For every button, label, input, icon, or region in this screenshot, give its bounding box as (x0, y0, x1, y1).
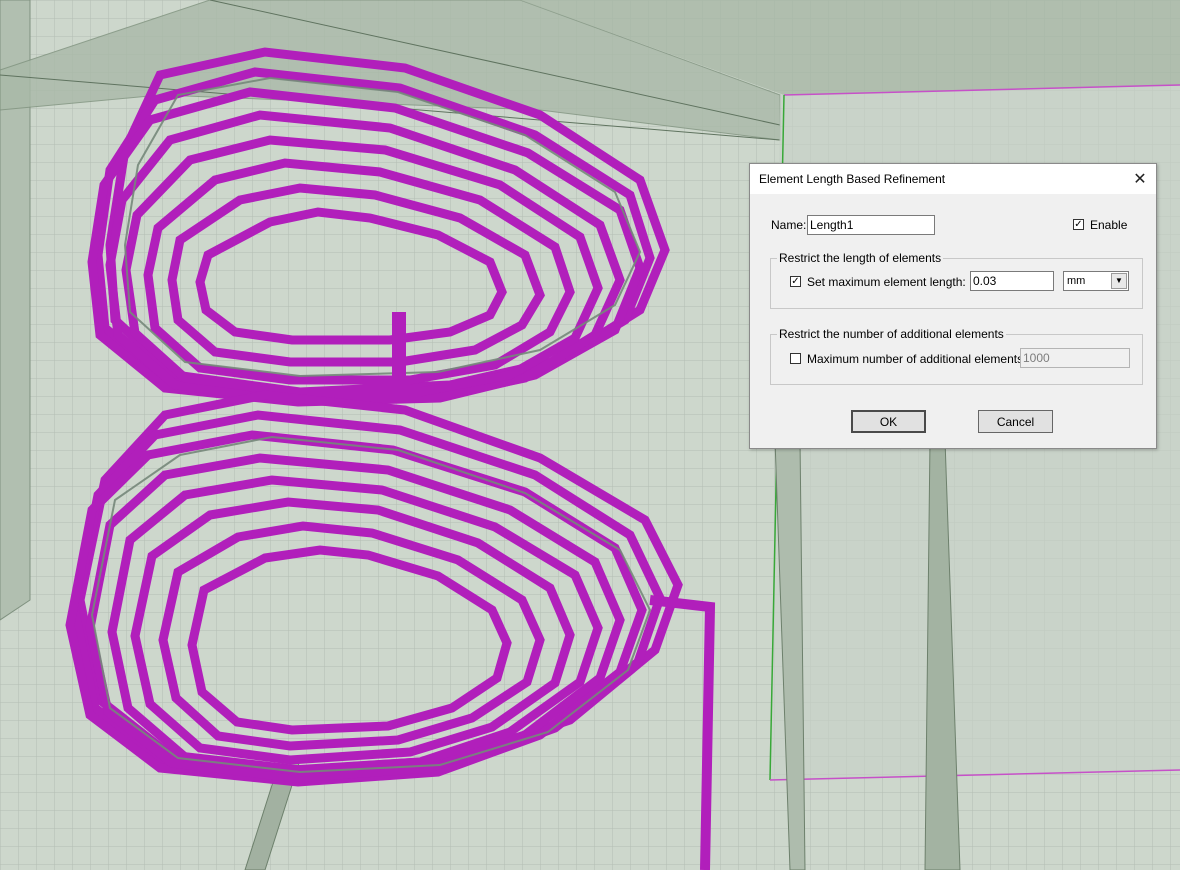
max-count-checkbox[interactable] (790, 353, 801, 364)
length-group-legend: Restrict the length of elements (777, 251, 944, 265)
name-label: Name: (771, 218, 807, 232)
close-icon: ✕ (1133, 171, 1147, 188)
dialog-title: Element Length Based Refinement (759, 172, 946, 186)
dialog-titlebar[interactable]: Element Length Based Refinement ✕ (750, 164, 1156, 194)
unit-select-value: mm (1067, 275, 1086, 287)
close-button[interactable]: ✕ (1124, 164, 1156, 194)
max-count-label: Maximum number of additional elements: (807, 352, 1027, 366)
refinement-dialog: Element Length Based Refinement ✕ Name: … (749, 163, 1157, 449)
enable-checkbox[interactable]: ✓ (1073, 219, 1084, 230)
max-length-label: Set maximum element length: (807, 275, 966, 289)
enable-label: Enable (1090, 218, 1128, 232)
max-count-input[interactable]: 1000 (1020, 348, 1130, 368)
max-length-input[interactable]: 0.03 (970, 271, 1054, 291)
cancel-button[interactable]: Cancel (978, 410, 1053, 433)
unit-select[interactable]: mm ▼ (1063, 271, 1129, 291)
max-length-checkbox[interactable]: ✓ (790, 276, 801, 287)
name-field[interactable]: Length1 (807, 215, 935, 235)
ok-button[interactable]: OK (851, 410, 926, 433)
chevron-down-icon[interactable]: ▼ (1111, 273, 1127, 289)
count-group-legend: Restrict the number of additional elemen… (777, 327, 1006, 341)
